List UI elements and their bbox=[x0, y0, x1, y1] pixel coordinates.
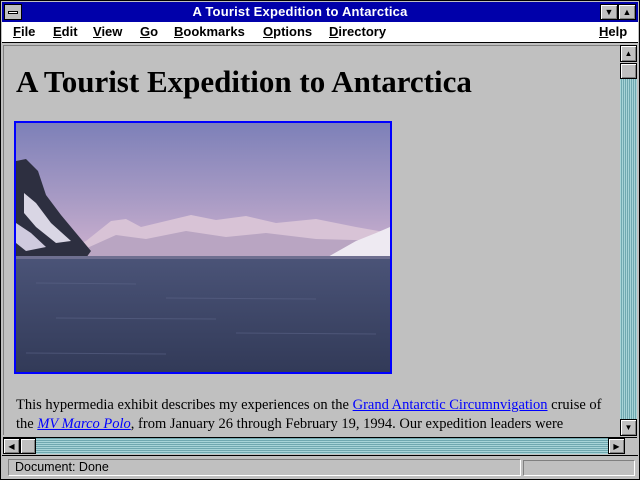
antarctica-photo[interactable] bbox=[14, 121, 392, 374]
menu-bookmarks[interactable]: Bookmarks bbox=[174, 24, 245, 39]
minimize-icon[interactable]: ▼ bbox=[600, 4, 618, 20]
menu-help[interactable]: Help bbox=[599, 24, 627, 39]
menu-edit[interactable]: Edit bbox=[53, 24, 78, 39]
arrow-left-icon[interactable]: ◀ bbox=[3, 438, 20, 454]
arrow-down-icon[interactable]: ▼ bbox=[620, 419, 637, 436]
ship-link[interactable]: MV Marco Polo bbox=[37, 416, 130, 432]
vertical-scrollbar[interactable]: ▲ ▼ bbox=[620, 45, 637, 437]
menu-bar: File Edit View Go Bookmarks Options Dire… bbox=[2, 22, 638, 43]
cruise-link[interactable]: Grand Antarctic Circumnvigation bbox=[353, 397, 548, 413]
arrow-up-icon[interactable]: ▲ bbox=[620, 45, 637, 62]
horizontal-scroll-track[interactable] bbox=[20, 438, 608, 454]
horizontal-scroll-thumb[interactable] bbox=[20, 438, 36, 454]
menu-go[interactable]: Go bbox=[140, 24, 158, 39]
progress-indicator bbox=[523, 460, 635, 476]
intro-text-3: , from January 26 through February 19, 1… bbox=[130, 416, 564, 432]
browser-window: A Tourist Expedition to Antarctica ▼ ▲ F… bbox=[0, 0, 640, 480]
window-title: A Tourist Expedition to Antarctica bbox=[192, 4, 408, 19]
menu-options[interactable]: Options bbox=[263, 24, 312, 39]
horizontal-scrollbar[interactable]: ◀ ▶ bbox=[3, 437, 637, 455]
intro-paragraph: This hypermedia exhibit describes my exp… bbox=[16, 396, 616, 434]
document-pane: A Tourist Expedition to Antarctica This … bbox=[3, 45, 620, 435]
page-title: A Tourist Expedition to Antarctica bbox=[16, 64, 472, 99]
arrow-right-icon[interactable]: ▶ bbox=[608, 438, 625, 454]
intro-text-1: This hypermedia exhibit describes my exp… bbox=[16, 397, 353, 413]
maximize-icon[interactable]: ▲ bbox=[618, 4, 636, 20]
menu-file[interactable]: File bbox=[13, 24, 35, 39]
vertical-scroll-thumb[interactable] bbox=[620, 63, 637, 79]
title-bar[interactable]: A Tourist Expedition to Antarctica ▼ ▲ bbox=[2, 2, 638, 22]
menu-view[interactable]: View bbox=[93, 24, 122, 39]
menu-directory[interactable]: Directory bbox=[329, 24, 386, 39]
status-text: Document: Done bbox=[8, 459, 521, 476]
vertical-scroll-track[interactable] bbox=[620, 63, 637, 419]
status-bar: Document: Done bbox=[2, 455, 638, 479]
